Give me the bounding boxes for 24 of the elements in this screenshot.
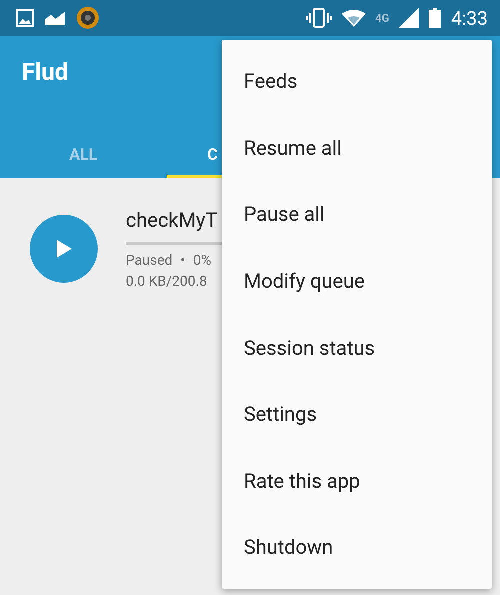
torrent-status: Paused xyxy=(126,253,173,269)
menu-item[interactable]: Shutdown xyxy=(222,514,492,581)
menu-item[interactable]: Settings xyxy=(222,380,492,448)
image-icon xyxy=(16,9,34,27)
wifi-icon xyxy=(342,9,366,27)
app-title: Flud xyxy=(21,57,68,88)
speaker-icon xyxy=(76,6,100,30)
clock: 4:33 xyxy=(451,6,488,30)
battery-icon xyxy=(429,8,442,28)
play-icon xyxy=(55,239,73,259)
torrent-percent: 0% xyxy=(193,253,212,269)
separator-dot: • xyxy=(180,253,186,269)
network-type: 4G xyxy=(376,12,390,24)
chart-icon xyxy=(44,10,66,26)
menu-item[interactable]: Rate this app xyxy=(222,448,492,514)
signal-icon xyxy=(399,8,420,28)
vibrate-icon xyxy=(306,8,332,28)
menu-item[interactable]: Modify queue xyxy=(222,248,492,314)
menu-item[interactable]: Feeds xyxy=(222,48,492,115)
menu-item[interactable]: Session status xyxy=(222,314,492,381)
torrent-name: checkMyT xyxy=(126,208,219,232)
torrent-size: 0.0 KB/200.8 xyxy=(126,274,208,290)
menu-item[interactable]: Pause all xyxy=(222,181,492,248)
menu-item[interactable]: Resume all xyxy=(222,114,492,182)
